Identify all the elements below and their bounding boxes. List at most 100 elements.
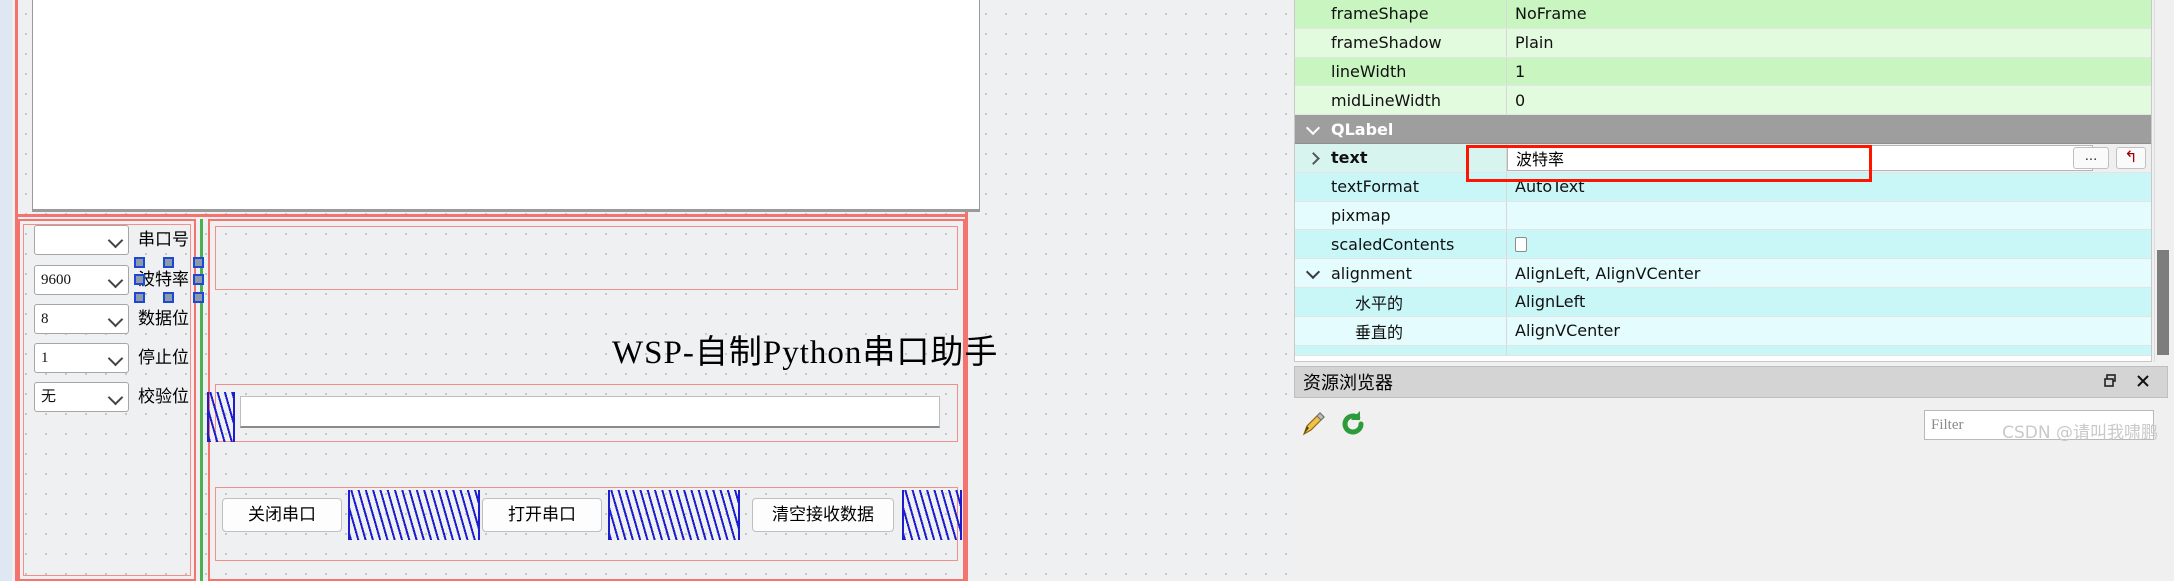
property-value[interactable]: AlignVCenter: [1507, 317, 2151, 345]
stopbits-value: 1: [41, 350, 49, 366]
form-row-serial-port[interactable]: 串口号: [30, 222, 200, 260]
stopbits-label[interactable]: 停止位: [138, 343, 196, 373]
property-row-text[interactable]: text 波特率 ... ↰: [1295, 143, 2151, 173]
property-row-frameShape[interactable]: frameShape NoFrame: [1295, 0, 2151, 29]
property-group-qlabel[interactable]: QLabel: [1295, 115, 2151, 144]
chevron-down-icon: [107, 272, 124, 289]
open-serial-button[interactable]: 打开串口: [482, 498, 602, 532]
property-value[interactable]: [1507, 346, 2151, 355]
baudrate-label[interactable]: 波特率: [138, 265, 196, 295]
property-row-partial[interactable]: [1295, 345, 2151, 356]
resize-handle-e[interactable]: [193, 274, 204, 285]
property-name: lineWidth: [1295, 57, 1507, 86]
canvas-gutter: [0, 0, 12, 581]
property-row-alignment-vertical[interactable]: 垂直的 AlignVCenter: [1295, 316, 2151, 346]
serial-settings-column: 串口号 9600 波特率 8 数据位 1 停止位 无 校验位: [30, 222, 204, 581]
property-name: textFormat: [1295, 172, 1507, 201]
property-name: frameShape: [1295, 0, 1507, 28]
resize-handle-nw[interactable]: [134, 257, 145, 268]
form-row-stopbits[interactable]: 1 停止位: [30, 340, 200, 378]
form-row-databits[interactable]: 8 数据位: [30, 301, 200, 339]
chevron-down-icon: [107, 389, 124, 406]
property-row-pixmap[interactable]: pixmap: [1295, 201, 2151, 231]
scrollbar-thumb[interactable]: [2157, 250, 2169, 355]
databits-value: 8: [41, 311, 49, 327]
property-name: 垂直的: [1295, 316, 1507, 345]
property-value[interactable]: [1507, 230, 2151, 258]
property-name: alignment: [1295, 259, 1507, 287]
property-name: text: [1295, 143, 1507, 172]
pencil-icon[interactable]: [1298, 409, 1328, 439]
resource-browser-dock[interactable]: 资源浏览器 Filter CSDN @请叫我啸鹏: [1294, 366, 2170, 581]
text-property-reset-button[interactable]: ↰: [2116, 146, 2146, 169]
resize-handle-w[interactable]: [134, 274, 145, 285]
databits-combobox[interactable]: 8: [34, 304, 129, 334]
reload-icon[interactable]: [1338, 409, 1368, 439]
clear-receive-button[interactable]: 清空接收数据: [752, 498, 894, 532]
paritybits-value: 无: [41, 389, 57, 405]
form-row-baudrate[interactable]: 9600 波特率: [30, 257, 204, 303]
resource-browser-titlebar: 资源浏览器: [1294, 366, 2168, 398]
scaledcontents-checkbox[interactable]: [1515, 236, 1527, 252]
receive-textedit[interactable]: [32, 0, 980, 210]
property-value[interactable]: NoFrame: [1507, 0, 2151, 28]
chevron-down-icon: [107, 311, 124, 328]
databits-label[interactable]: 数据位: [138, 304, 196, 334]
layout-divider-top: [18, 214, 965, 217]
property-row-frameShadow[interactable]: frameShadow Plain: [1295, 28, 2151, 58]
serial-port-label[interactable]: 串口号: [138, 225, 196, 255]
serial-port-combobox[interactable]: [34, 225, 129, 255]
property-row-alignment[interactable]: alignment AlignLeft, AlignVCenter: [1295, 259, 2151, 288]
paritybits-label[interactable]: 校验位: [138, 382, 196, 412]
property-row-textFormat[interactable]: textFormat AutoText: [1295, 172, 2151, 202]
paritybits-combobox[interactable]: 无: [34, 382, 129, 412]
resize-handle-ne[interactable]: [193, 257, 204, 268]
button-spacer-3[interactable]: [902, 490, 962, 540]
stopbits-combobox[interactable]: 1: [34, 343, 129, 373]
property-table-scrollbar[interactable]: [2154, 0, 2170, 362]
csdn-watermark: CSDN @请叫我啸鹏: [2002, 423, 2158, 443]
property-name: 水平的: [1295, 287, 1507, 316]
baudrate-combobox[interactable]: 9600: [34, 265, 129, 295]
property-table[interactable]: frameShape NoFrame frameShadow Plain lin…: [1294, 0, 2152, 362]
property-name: frameShadow: [1295, 28, 1507, 57]
property-editor-pane[interactable]: frameShape NoFrame frameShadow Plain lin…: [1290, 0, 2174, 581]
baudrate-value: 9600: [41, 272, 71, 288]
property-group-label: QLabel: [1331, 119, 1394, 139]
send-row-spacer[interactable]: [207, 392, 235, 442]
close-icon[interactable]: [2133, 373, 2153, 393]
property-name: midLineWidth: [1295, 86, 1507, 115]
restore-icon[interactable]: [2101, 373, 2121, 393]
property-value[interactable]: 0: [1507, 86, 2151, 114]
text-property-ellipsis-button[interactable]: ...: [2073, 146, 2109, 169]
button-spacer-2[interactable]: [608, 490, 740, 540]
button-spacer-1[interactable]: [348, 490, 480, 540]
property-name: pixmap: [1295, 201, 1507, 230]
property-row-lineWidth[interactable]: lineWidth 1: [1295, 57, 2151, 87]
property-value[interactable]: Plain: [1507, 29, 2151, 57]
property-value[interactable]: AlignLeft: [1507, 288, 2151, 316]
resource-browser-title: 资源浏览器: [1303, 373, 1393, 394]
property-name: scaledContents: [1295, 230, 1507, 259]
property-value[interactable]: [1507, 202, 2151, 230]
resource-browser-toolbar[interactable]: [1298, 404, 1368, 444]
form-designer-canvas[interactable]: WSP-自制Python串口助手 串口号 9600 波特率 8 数据位 1 停止…: [0, 0, 1290, 581]
property-row-scaledContents[interactable]: scaledContents: [1295, 230, 2151, 260]
property-name: [1295, 345, 1507, 355]
property-row-alignment-horizontal[interactable]: 水平的 AlignLeft: [1295, 287, 2151, 317]
property-value[interactable]: 1: [1507, 58, 2151, 86]
property-value[interactable]: AlignLeft, AlignVCenter: [1507, 259, 2151, 287]
property-value[interactable]: AutoText: [1507, 173, 2151, 201]
form-area[interactable]: WSP-自制Python串口助手 串口号 9600 波特率 8 数据位 1 停止…: [12, 0, 1290, 581]
title-row-layout: [215, 226, 958, 290]
close-serial-button[interactable]: 关闭串口: [222, 498, 342, 532]
chevron-down-icon[interactable]: [1305, 121, 1321, 136]
property-row-midLineWidth[interactable]: midLineWidth 0: [1295, 86, 2151, 116]
text-property-input[interactable]: 波特率: [1507, 144, 2093, 171]
chevron-down-icon: [107, 232, 124, 249]
send-lineedit[interactable]: [240, 396, 940, 428]
app-title-label[interactable]: WSP-自制Python串口助手: [612, 330, 997, 376]
form-row-paritybits[interactable]: 无 校验位: [30, 379, 200, 417]
resize-handle-n[interactable]: [163, 257, 174, 268]
chevron-down-icon: [107, 350, 124, 367]
